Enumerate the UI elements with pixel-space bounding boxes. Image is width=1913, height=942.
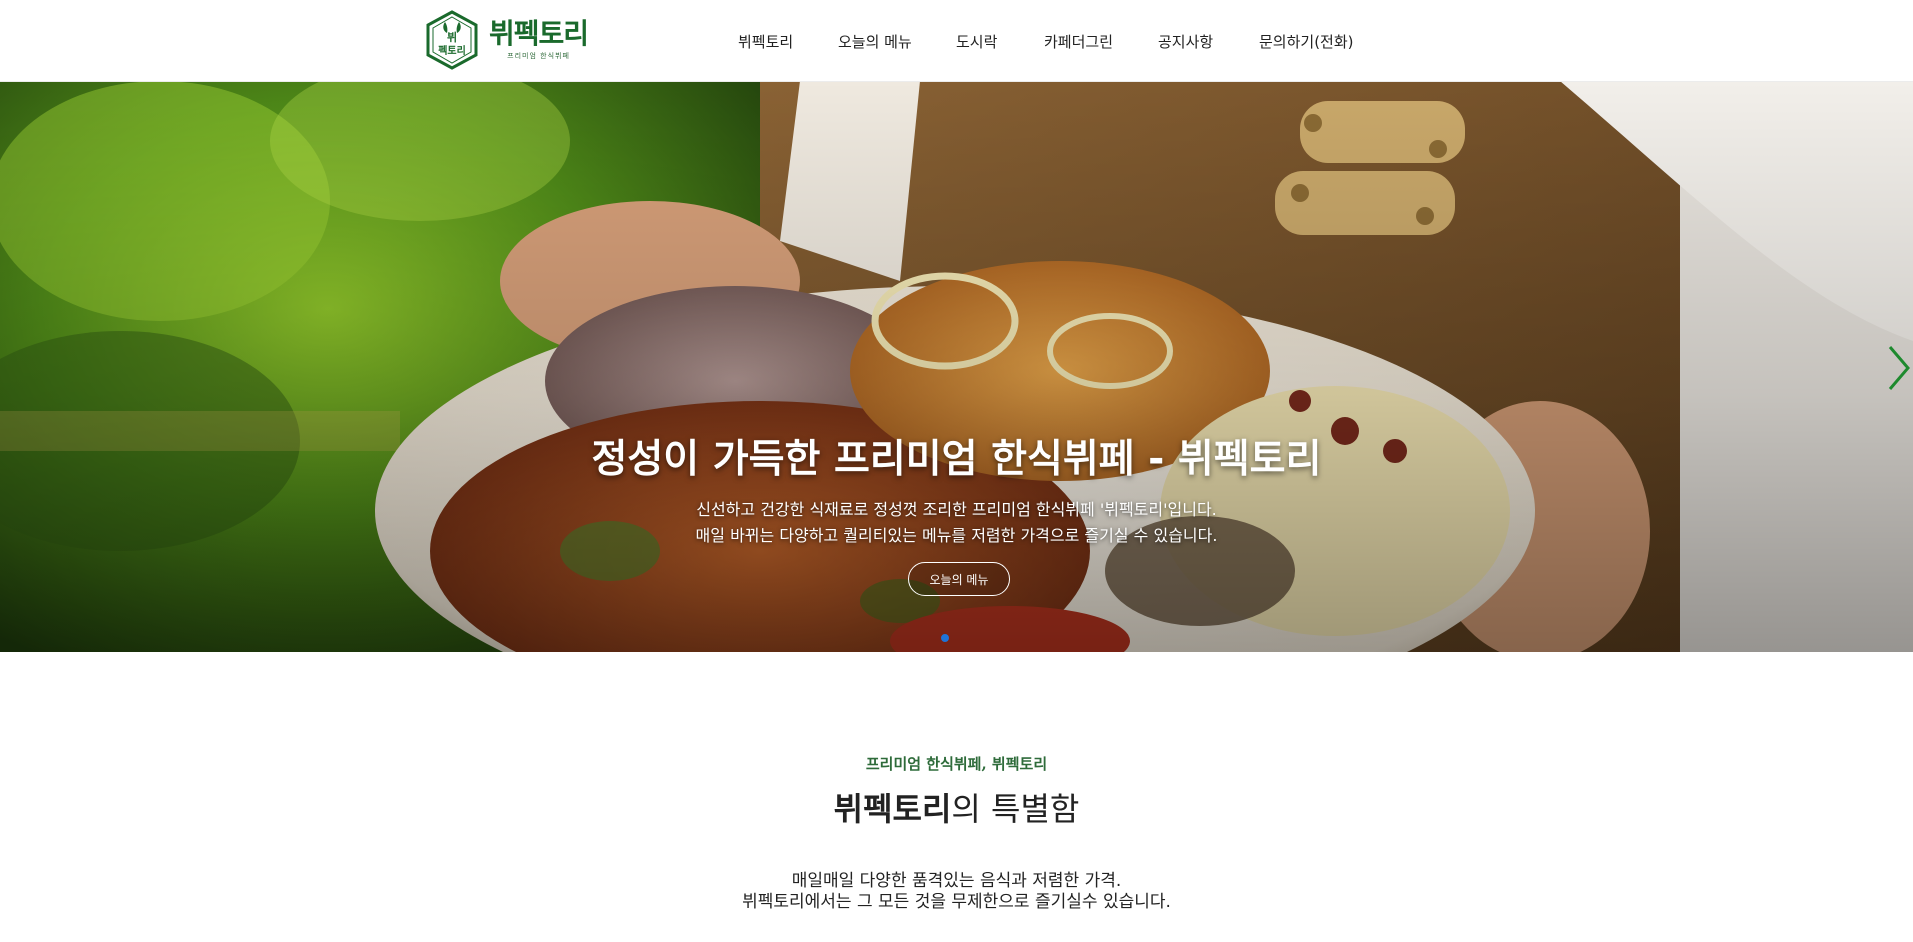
intro-kicker: 프리미엄 한식뷔페, 뷔펙토리: [865, 755, 1048, 773]
todays-menu-button[interactable]: 오늘의 메뉴: [908, 562, 1010, 596]
intro-description-line-2: 뷔펙토리에서는 그 모든 것을 무제한으로 즐기실수 있습니다.: [742, 892, 1171, 912]
nav-item-todays-menu[interactable]: 오늘의 메뉴: [838, 31, 912, 52]
hero-slider: 정성이 가득한 프리미엄 한식뷔페 - 뷔펙토리 신선하고 건강한 식재료로 정…: [0, 81, 1913, 652]
intro-title-brand: 뷔펙토리: [833, 790, 952, 828]
intro-title: 뷔펙토리의 특별함: [0, 784, 1913, 830]
hero-description-line-2: 매일 바뀌는 다양하고 퀄리티있는 메뉴를 저렴한 가격으로 즐기실 수 있습니…: [695, 526, 1218, 545]
site-header: 뷔 펙토리 뷔펙토리 프리미엄 한식뷔페 뷔펙토리 오늘의 메뉴 도시락 카페더…: [0, 0, 1913, 82]
chevron-right-icon[interactable]: [1886, 343, 1912, 393]
intro-title-rest: 의 특별함: [951, 790, 1080, 828]
slider-dot[interactable]: [941, 634, 949, 642]
nav-item-cafe-the-green[interactable]: 카페더그린: [1044, 31, 1113, 52]
nav-item-contact-phone[interactable]: 문의하기(전화): [1259, 31, 1354, 52]
hero-description-line-1: 신선하고 건강한 식재료로 정성껏 조리한 프리미엄 한식뷔페 '뷔펙토리'입니…: [696, 500, 1217, 519]
nav-item-notice[interactable]: 공지사항: [1158, 31, 1213, 52]
slider-pagination: [941, 634, 949, 642]
nav-item-lunchbox[interactable]: 도시락: [956, 31, 997, 52]
hero-title: 정성이 가득한 프리미엄 한식뷔페 - 뷔펙토리: [591, 437, 1322, 482]
main-nav: 뷔펙토리 오늘의 메뉴 도시락 카페더그린 공지사항 문의하기(전화): [0, 0, 1913, 81]
nav-item-buffactory[interactable]: 뷔펙토리: [738, 31, 793, 52]
